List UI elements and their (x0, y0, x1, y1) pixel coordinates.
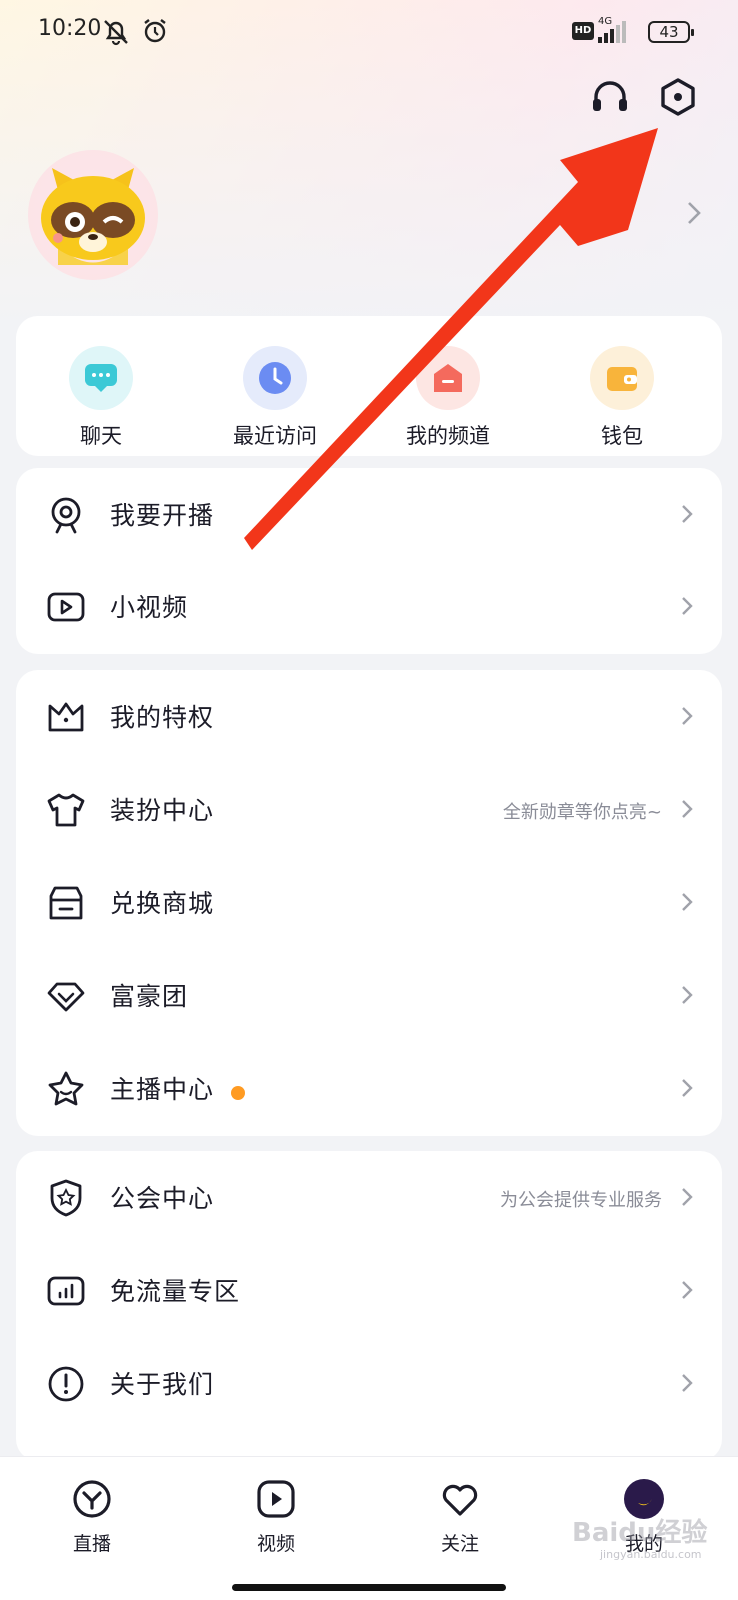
clock-icon (243, 346, 307, 410)
crown-icon (48, 702, 84, 732)
tab-follow[interactable]: 关注 (410, 1477, 510, 1556)
quick-action-recent[interactable]: 最近访问 (215, 346, 335, 450)
tab-live[interactable]: 直播 (42, 1477, 142, 1556)
row-label: 装扮中心 (110, 796, 215, 825)
screen: 10:20 HD 4G 43 聊天 最近访问 我的频道 钱包 我要开播 小视频 … (0, 0, 738, 1600)
settings-icon[interactable] (656, 75, 700, 119)
home-indicator[interactable] (232, 1584, 506, 1591)
avatar[interactable] (28, 150, 158, 280)
row-data-free[interactable]: 免流量专区 (16, 1244, 722, 1338)
quick-action-label: 最近访问 (233, 424, 317, 448)
video-icon (47, 592, 85, 622)
chevron-right-icon (682, 986, 693, 1004)
row-dress-center[interactable]: 装扮中心 全新勋章等你点亮~ (16, 763, 722, 857)
watermark: Baidu经验 (572, 1518, 708, 1548)
row-label: 我要开播 (110, 501, 215, 530)
quick-action-channel[interactable]: 我的频道 (388, 346, 508, 450)
raccoon-avatar-icon (41, 168, 145, 265)
row-label: 公会中心 (110, 1184, 215, 1213)
alarm-icon (144, 19, 166, 43)
channel-icon (416, 346, 480, 410)
tab-label: 关注 (440, 1533, 479, 1555)
row-guild-center[interactable]: 公会中心 为公会提供专业服务 (16, 1151, 722, 1245)
wallet-icon (590, 346, 654, 410)
battery-indicator: 43 (648, 21, 694, 43)
row-label: 免流量专区 (110, 1277, 241, 1306)
row-label: 主播中心 (110, 1075, 215, 1104)
diamond-icon (47, 982, 85, 1012)
row-about-us[interactable]: 关于我们 (16, 1337, 722, 1431)
row-label: 我的特权 (110, 703, 215, 732)
chevron-right-icon (682, 707, 693, 725)
quick-action-label: 我的频道 (406, 424, 490, 448)
row-label: 兑换商城 (110, 889, 215, 918)
data-free-icon (47, 1276, 85, 1306)
quick-action-chat[interactable]: 聊天 (41, 346, 161, 450)
quick-action-label: 聊天 (80, 424, 122, 448)
row-short-video[interactable]: 小视频 (16, 560, 722, 654)
chevron-right-icon (682, 893, 693, 911)
chevron-right-icon (682, 505, 693, 523)
shield-star-icon (50, 1179, 82, 1217)
quick-action-label: 钱包 (601, 424, 643, 448)
heart-tab-icon (442, 1484, 478, 1516)
mute-bell-icon (104, 20, 128, 46)
chevron-right-icon (682, 1079, 693, 1097)
quick-actions-card: 聊天 最近访问 我的频道 钱包 (16, 316, 722, 456)
row-start-live[interactable]: 我要开播 (16, 468, 722, 562)
tab-video[interactable]: 视频 (226, 1477, 326, 1556)
watermark-url: jingyan.baidu.com (600, 1548, 702, 1561)
shirt-icon (47, 793, 85, 827)
hd-badge: HD (572, 22, 594, 40)
chevron-right-icon (682, 1188, 693, 1206)
chevron-right-icon (682, 1374, 693, 1392)
notification-dot (231, 1086, 245, 1100)
store-icon (49, 886, 83, 920)
live-tab-icon (73, 1480, 111, 1518)
row-subtitle: 全新勋章等你点亮~ (502, 802, 662, 823)
quick-action-wallet[interactable]: 钱包 (562, 346, 682, 450)
headset-icon[interactable] (588, 75, 632, 119)
chevron-right-icon (682, 597, 693, 615)
status-time: 10:20 (38, 16, 102, 41)
chevron-right-icon (682, 1281, 693, 1299)
row-label: 富豪团 (110, 982, 189, 1011)
profile-chevron-icon[interactable] (686, 200, 702, 226)
row-anchor-center[interactable]: 主播中心 (16, 1042, 722, 1136)
privileges-section: 我的特权 装扮中心 全新勋章等你点亮~ 兑换商城 富豪团 主播中心 (16, 670, 722, 1136)
tab-label: 视频 (256, 1533, 295, 1555)
webcam-icon (51, 497, 81, 534)
live-section: 我要开播 小视频 (16, 468, 722, 654)
row-subtitle: 为公会提供专业服务 (500, 1190, 662, 1211)
tab-label: 直播 (72, 1533, 111, 1555)
star-icon (48, 1071, 84, 1106)
row-my-privileges[interactable]: 我的特权 (16, 670, 722, 764)
info-icon (48, 1366, 84, 1402)
row-exchange-mall[interactable]: 兑换商城 (16, 856, 722, 950)
chevron-right-icon (682, 800, 693, 818)
row-label: 关于我们 (110, 1370, 215, 1399)
signal-icon (598, 21, 626, 43)
video-tab-icon (257, 1480, 295, 1518)
more-section: 公会中心 为公会提供专业服务 免流量专区 关于我们 (16, 1151, 722, 1461)
row-label: 小视频 (110, 593, 189, 622)
chat-icon (69, 346, 133, 410)
row-rich-group[interactable]: 富豪团 (16, 949, 722, 1043)
status-bar: 10:20 HD 4G 43 (0, 0, 738, 64)
